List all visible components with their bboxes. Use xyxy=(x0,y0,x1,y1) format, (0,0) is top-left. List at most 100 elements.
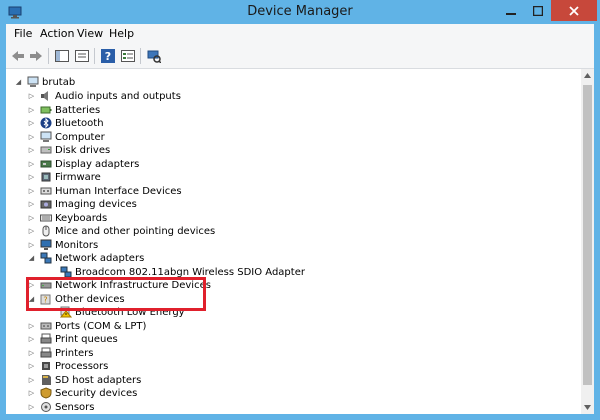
forward-button[interactable] xyxy=(26,46,46,66)
expand-arrow-icon[interactable]: ▷ xyxy=(27,347,36,360)
battery-icon xyxy=(40,106,52,113)
menu-file[interactable]: File xyxy=(14,27,32,40)
maximize-icon xyxy=(532,5,543,16)
expand-arrow-icon[interactable]: ▷ xyxy=(27,185,36,198)
printer-icon xyxy=(40,347,52,357)
tree-item-label: Audio inputs and outputs xyxy=(55,91,181,102)
tree-item-label: Human Interface Devices xyxy=(55,185,182,197)
collapse-arrow-icon[interactable]: ◢ xyxy=(14,76,23,89)
title-bar[interactable]: Device Manager xyxy=(0,0,600,24)
computer-icon xyxy=(27,76,39,87)
keyboard-icon xyxy=(40,214,52,221)
show-hide-tree-button[interactable] xyxy=(52,46,72,66)
svg-text:?: ? xyxy=(105,50,111,63)
network-icon xyxy=(40,252,52,264)
computer-icon xyxy=(40,131,52,142)
toolbar: ? xyxy=(6,44,594,69)
tree-root-label: brutab xyxy=(42,77,76,88)
help-icon: ? xyxy=(101,49,115,63)
scroll-thumb[interactable] xyxy=(583,85,592,385)
firmware-icon xyxy=(41,172,51,182)
expand-arrow-icon[interactable]: ▷ xyxy=(27,131,36,144)
bluetooth-icon xyxy=(40,117,52,129)
expand-arrow-icon[interactable]: ▷ xyxy=(27,320,36,333)
expand-arrow-icon[interactable]: ▷ xyxy=(27,171,36,184)
sd-card-icon xyxy=(42,374,51,385)
menu-help[interactable]: Help xyxy=(109,27,134,40)
scan-hardware-button[interactable] xyxy=(144,46,164,66)
device-tree: ◢ brutab ▷ Audio inputs and outputs ▷ Batte… xyxy=(6,69,581,414)
tree-item-label: Imaging devices xyxy=(55,199,137,210)
expand-arrow-icon[interactable]: ▷ xyxy=(27,144,36,157)
tree-item-label: Batteries xyxy=(55,104,101,116)
tree-item-label: SD host adapters xyxy=(55,374,142,386)
camera-icon xyxy=(40,200,52,209)
expand-arrow-icon[interactable]: ▷ xyxy=(27,239,36,252)
expand-arrow-icon[interactable]: ▷ xyxy=(27,158,36,171)
menu-bar: File Action View Help xyxy=(6,24,594,44)
expand-arrow-icon[interactable]: ▷ xyxy=(27,104,36,117)
client-area: File Action View Help ? ◢ brutab ▷ Audio… xyxy=(6,24,594,414)
expand-arrow-icon[interactable]: ▷ xyxy=(27,387,36,400)
device-manager-window: Device Manager File Action View Help ? ◢… xyxy=(0,0,600,420)
scan-hardware-icon xyxy=(147,50,161,63)
maximize-button[interactable] xyxy=(524,0,551,21)
expand-arrow-icon[interactable]: ▷ xyxy=(27,333,36,346)
show-hide-tree-icon xyxy=(55,50,69,62)
collapse-arrow-icon[interactable]: ◢ xyxy=(27,252,36,265)
minimize-button[interactable] xyxy=(497,0,524,21)
expand-arrow-icon[interactable]: ▷ xyxy=(27,198,36,211)
menu-action[interactable]: Action xyxy=(40,27,74,40)
tree-item-label: Processors xyxy=(55,361,109,372)
printer-icon xyxy=(40,333,52,344)
expand-arrow-icon[interactable]: ▷ xyxy=(27,117,36,130)
help-button[interactable]: ? xyxy=(98,46,118,66)
tree-item-label: Security devices xyxy=(55,388,138,399)
scroll-down-icon xyxy=(584,405,591,410)
display-adapter-icon xyxy=(40,160,52,167)
monitor-icon xyxy=(40,239,52,250)
view-icon xyxy=(75,50,89,62)
close-button[interactable] xyxy=(551,0,597,21)
sensor-icon xyxy=(41,401,51,412)
tree-item-label: Mice and other pointing devices xyxy=(55,226,216,237)
scroll-up-button[interactable] xyxy=(581,69,594,82)
tree-item-label: Computer xyxy=(55,131,105,143)
tree-item-label: Keyboards xyxy=(55,212,108,224)
disk-icon xyxy=(40,146,52,154)
minimize-icon xyxy=(505,12,516,15)
tree-item-label: Printers xyxy=(55,347,94,359)
tree-item-label: Bluetooth xyxy=(55,118,104,129)
tree-item-label: Ports (COM & LPT) xyxy=(55,320,147,332)
expand-arrow-icon[interactable]: ▷ xyxy=(27,401,36,414)
toolbar-separator xyxy=(48,48,49,64)
view-button[interactable] xyxy=(72,46,92,66)
tree-item-label: Firmware xyxy=(55,172,101,183)
expand-arrow-icon[interactable]: ▷ xyxy=(27,360,36,373)
security-icon xyxy=(40,387,52,399)
mouse-icon xyxy=(42,225,50,237)
scroll-up-icon xyxy=(584,73,591,78)
port-icon xyxy=(40,322,52,329)
back-icon xyxy=(12,51,24,61)
tree-item-label: Network adapters xyxy=(55,253,145,264)
properties-button[interactable] xyxy=(118,46,138,66)
forward-icon xyxy=(30,51,42,61)
speaker-icon xyxy=(41,91,48,101)
expand-arrow-icon[interactable]: ▷ xyxy=(27,212,36,225)
expand-arrow-icon[interactable]: ▷ xyxy=(27,374,36,387)
tree-item-label: Display adapters xyxy=(55,158,140,170)
expand-arrow-icon[interactable]: ▷ xyxy=(27,225,36,238)
vertical-scrollbar[interactable] xyxy=(581,69,594,414)
back-button[interactable] xyxy=(8,46,28,66)
toolbar-separator xyxy=(140,48,141,64)
tree-item-label: Disk drives xyxy=(55,145,111,156)
annotation-highlight-box xyxy=(26,277,206,311)
network-icon xyxy=(60,266,72,277)
toolbar-separator xyxy=(94,48,95,64)
menu-view[interactable]: View xyxy=(77,27,103,40)
tree-item-label: Monitors xyxy=(55,239,99,251)
scroll-down-button[interactable] xyxy=(581,401,594,414)
expand-arrow-icon[interactable]: ▷ xyxy=(27,90,36,103)
tree-item-label: Print queues xyxy=(55,334,118,345)
